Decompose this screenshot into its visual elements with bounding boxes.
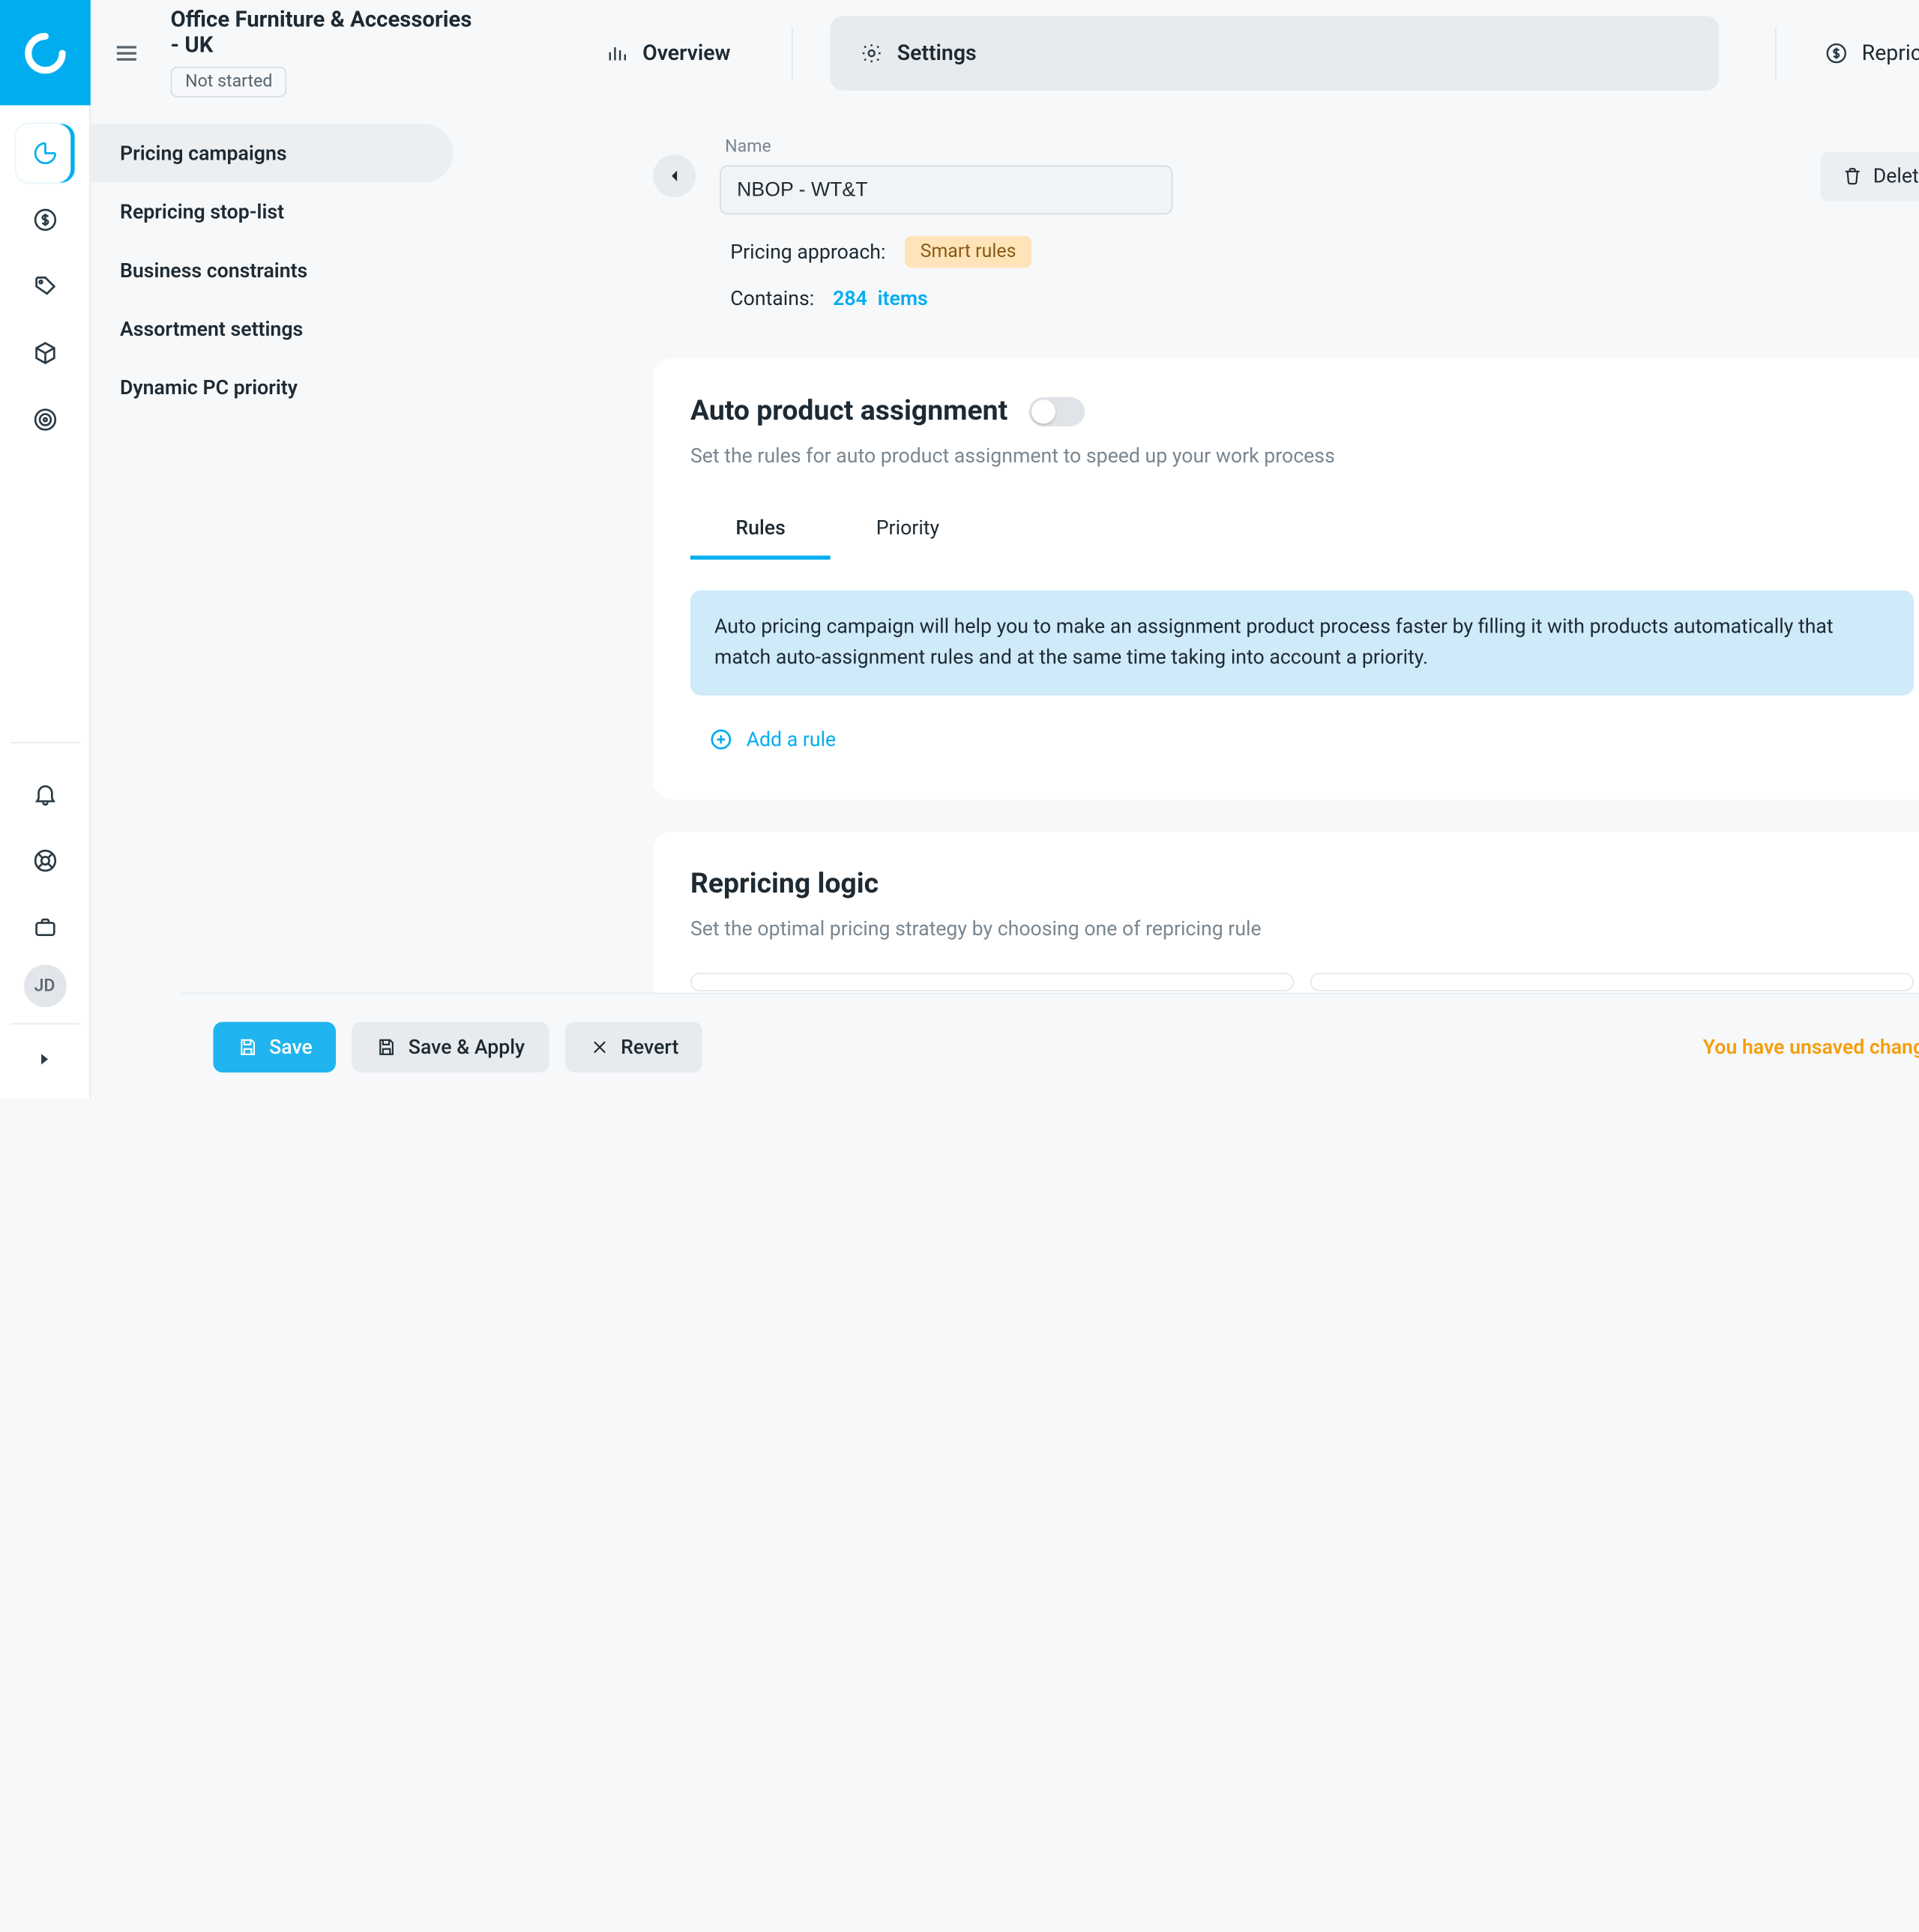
add-rule-label: Add a rule: [747, 727, 837, 751]
unsaved-changes-warning: You have unsaved changes!: [1703, 1034, 1919, 1058]
brand-logo[interactable]: [0, 0, 90, 105]
save-icon: [376, 1036, 397, 1057]
rail-collapse-icon[interactable]: [23, 1046, 66, 1073]
name-label: Name: [725, 137, 1172, 157]
inner-tab-priority[interactable]: Priority: [831, 502, 984, 559]
delete-button[interactable]: Delete: [1820, 151, 1919, 201]
save-button[interactable]: Save: [213, 1021, 336, 1072]
revert-button[interactable]: Revert: [564, 1021, 702, 1072]
info-banner: Auto pricing campaign will help you to m…: [690, 591, 1914, 695]
separator: [792, 26, 793, 79]
nav-products-icon[interactable]: [15, 324, 73, 382]
add-rule-button[interactable]: Add a rule: [709, 727, 1914, 751]
tab-settings[interactable]: Settings: [831, 15, 1720, 90]
repricing-logic-card: Repricing logic Set the optimal pricing …: [653, 830, 1919, 1017]
header: Office Furniture & Accessories - UK Not …: [91, 0, 1919, 105]
subnav-pricing-campaigns[interactable]: Pricing campaigns: [91, 124, 454, 182]
status-badge: Not started: [171, 67, 287, 97]
back-button[interactable]: [653, 154, 696, 197]
separator: [1775, 26, 1777, 79]
campaign-name-input[interactable]: [720, 165, 1172, 214]
card-subtitle: Set the optimal pricing strategy by choo…: [690, 916, 1914, 940]
plus-circle-icon: [709, 727, 733, 751]
approach-label: Pricing approach:: [730, 240, 885, 264]
nav-tags-icon[interactable]: [15, 257, 73, 316]
save-apply-label: Save & Apply: [409, 1034, 525, 1058]
subnav-dynamic-pc-priority[interactable]: Dynamic PC priority: [91, 358, 454, 417]
nav-targets-icon[interactable]: [15, 390, 73, 449]
page-title: Office Furniture & Accessories - UK: [171, 8, 478, 59]
nav-analytics-icon[interactable]: [15, 124, 73, 182]
sub-nav: Pricing campaigns Repricing stop-list Bu…: [91, 105, 454, 1099]
nav-help-icon[interactable]: [15, 831, 73, 890]
nav-notifications-icon[interactable]: [15, 764, 73, 823]
nav-repricing-icon[interactable]: [15, 190, 73, 249]
nav-briefcase-icon[interactable]: [15, 898, 73, 956]
logic-option[interactable]: [1310, 972, 1913, 991]
approach-badge: Smart rules: [904, 236, 1031, 268]
save-icon: [237, 1036, 258, 1057]
card-subtitle: Set the rules for auto product assignmen…: [690, 444, 1914, 468]
auto-assignment-card: Auto product assignment Set the rules fo…: [653, 358, 1919, 799]
tab-overview[interactable]: Overview: [581, 15, 754, 90]
auto-assignment-toggle[interactable]: [1029, 397, 1085, 426]
footer: Save Save & Apply Revert You have unsave…: [181, 992, 1919, 1099]
items-link[interactable]: 284 items: [833, 286, 928, 310]
logic-option[interactable]: [690, 972, 1294, 991]
card-title: Repricing logic: [690, 868, 1914, 900]
card-title: Auto product assignment: [690, 396, 1007, 428]
left-rail: JD: [0, 0, 91, 1099]
content: Name Delete Pricing approach: Smart rule…: [453, 105, 1919, 1099]
inner-tab-rules[interactable]: Rules: [690, 502, 831, 559]
subnav-repricing-stop-list[interactable]: Repricing stop-list: [91, 183, 454, 241]
save-apply-button[interactable]: Save & Apply: [352, 1021, 549, 1072]
contains-label: Contains:: [730, 286, 814, 310]
subnav-assortment-settings[interactable]: Assortment settings: [91, 300, 454, 358]
subnav-business-constraints[interactable]: Business constraints: [91, 241, 454, 300]
toggle-knob: [1031, 399, 1055, 423]
trash-icon: [1841, 165, 1862, 186]
repricing-label: Repricing: [1862, 40, 1919, 65]
close-icon: [588, 1036, 609, 1057]
avatar[interactable]: JD: [23, 965, 66, 1007]
save-label: Save: [269, 1034, 313, 1058]
revert-label: Revert: [621, 1034, 678, 1058]
repricing-link[interactable]: Repricing: [1825, 40, 1919, 65]
delete-label: Delete: [1873, 164, 1919, 188]
tab-settings-label: Settings: [897, 40, 977, 65]
tab-overview-label: Overview: [642, 40, 730, 65]
hamburger-icon[interactable]: [112, 38, 141, 67]
